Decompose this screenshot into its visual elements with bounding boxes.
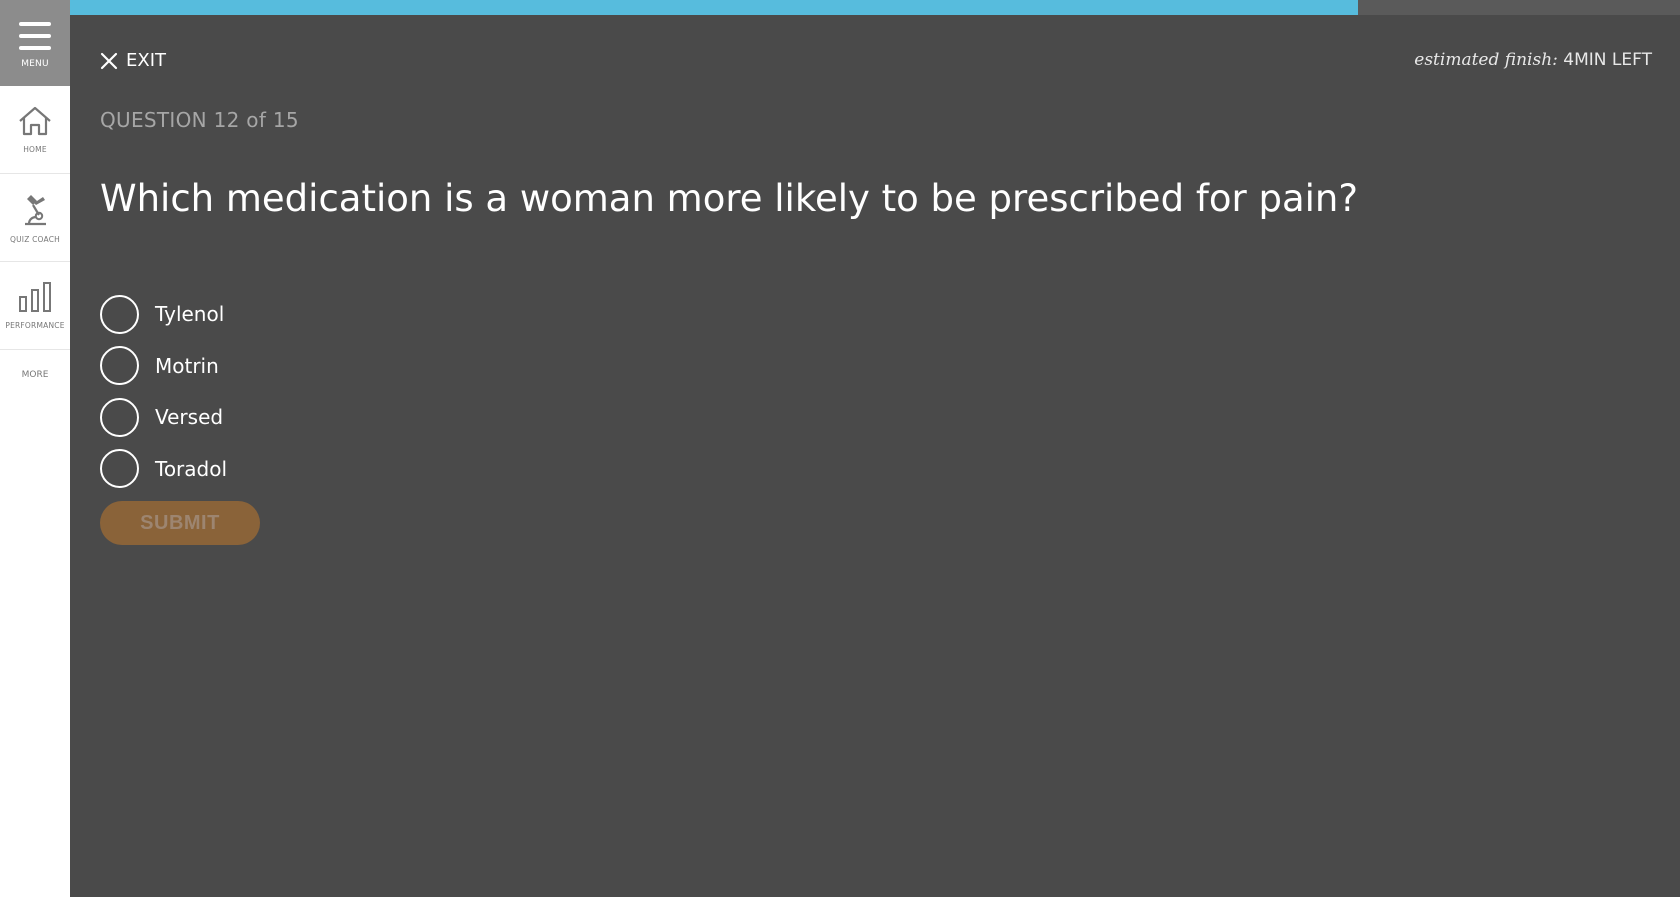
quiz-progress-bar: [70, 0, 1680, 15]
radio-button[interactable]: [100, 397, 139, 437]
radio-button[interactable]: [100, 449, 139, 488]
quiz-progress-fill: [70, 0, 1358, 15]
answer-option-label: Tylenol: [155, 302, 225, 326]
answer-option[interactable]: Motrin: [100, 346, 227, 385]
question-counter: QUESTION 12 of 15: [100, 108, 299, 132]
answer-option-label: Versed: [155, 405, 224, 429]
bar-chart-icon: [19, 282, 51, 312]
estimated-finish-value: 4MIN LEFT: [1563, 50, 1652, 70]
answer-options: Tylenol Motrin Versed Toradol: [100, 294, 228, 501]
answer-option[interactable]: Toradol: [100, 449, 228, 488]
radio-button[interactable]: [100, 346, 139, 385]
radio-button[interactable]: [100, 294, 139, 334]
quiz-coach-icon: [25, 195, 46, 226]
answer-option-label: Motrin: [155, 353, 219, 378]
close-icon: [100, 52, 118, 69]
exit-label: EXIT: [126, 50, 167, 71]
exit-button[interactable]: EXIT: [100, 50, 166, 71]
submit-button[interactable]: SUBMIT: [100, 501, 260, 545]
sidebar-item-quiz-coach[interactable]: QUIZ COACH: [0, 174, 70, 262]
menu-button[interactable]: MENU: [0, 0, 70, 86]
sidebar-item-label: HOME: [23, 145, 47, 154]
sidebar-more-link[interactable]: MORE: [0, 350, 70, 400]
sidebar-item-home[interactable]: HOME: [0, 86, 70, 174]
estimated-finish: estimated finish: 4MIN LEFT: [1414, 50, 1652, 70]
sidebar-item-label: PERFORMANCE: [5, 321, 65, 330]
answer-option[interactable]: Versed: [100, 397, 227, 437]
answer-option-label: Toradol: [155, 456, 228, 481]
menu-label: MENU: [21, 59, 49, 69]
sidebar-item-performance[interactable]: PERFORMANCE: [0, 262, 70, 350]
answer-option[interactable]: Tylenol: [100, 294, 227, 334]
hamburger-icon: [19, 22, 51, 50]
home-icon: [19, 106, 51, 136]
sidebar-item-label: QUIZ COACH: [9, 235, 60, 244]
estimated-finish-label: estimated finish:: [1414, 50, 1558, 70]
question-text: Which medication is a woman more likely …: [100, 177, 1358, 220]
sidebar: MENU HOME QUIZ COACH PERFORMANCE MORE: [0, 0, 70, 897]
